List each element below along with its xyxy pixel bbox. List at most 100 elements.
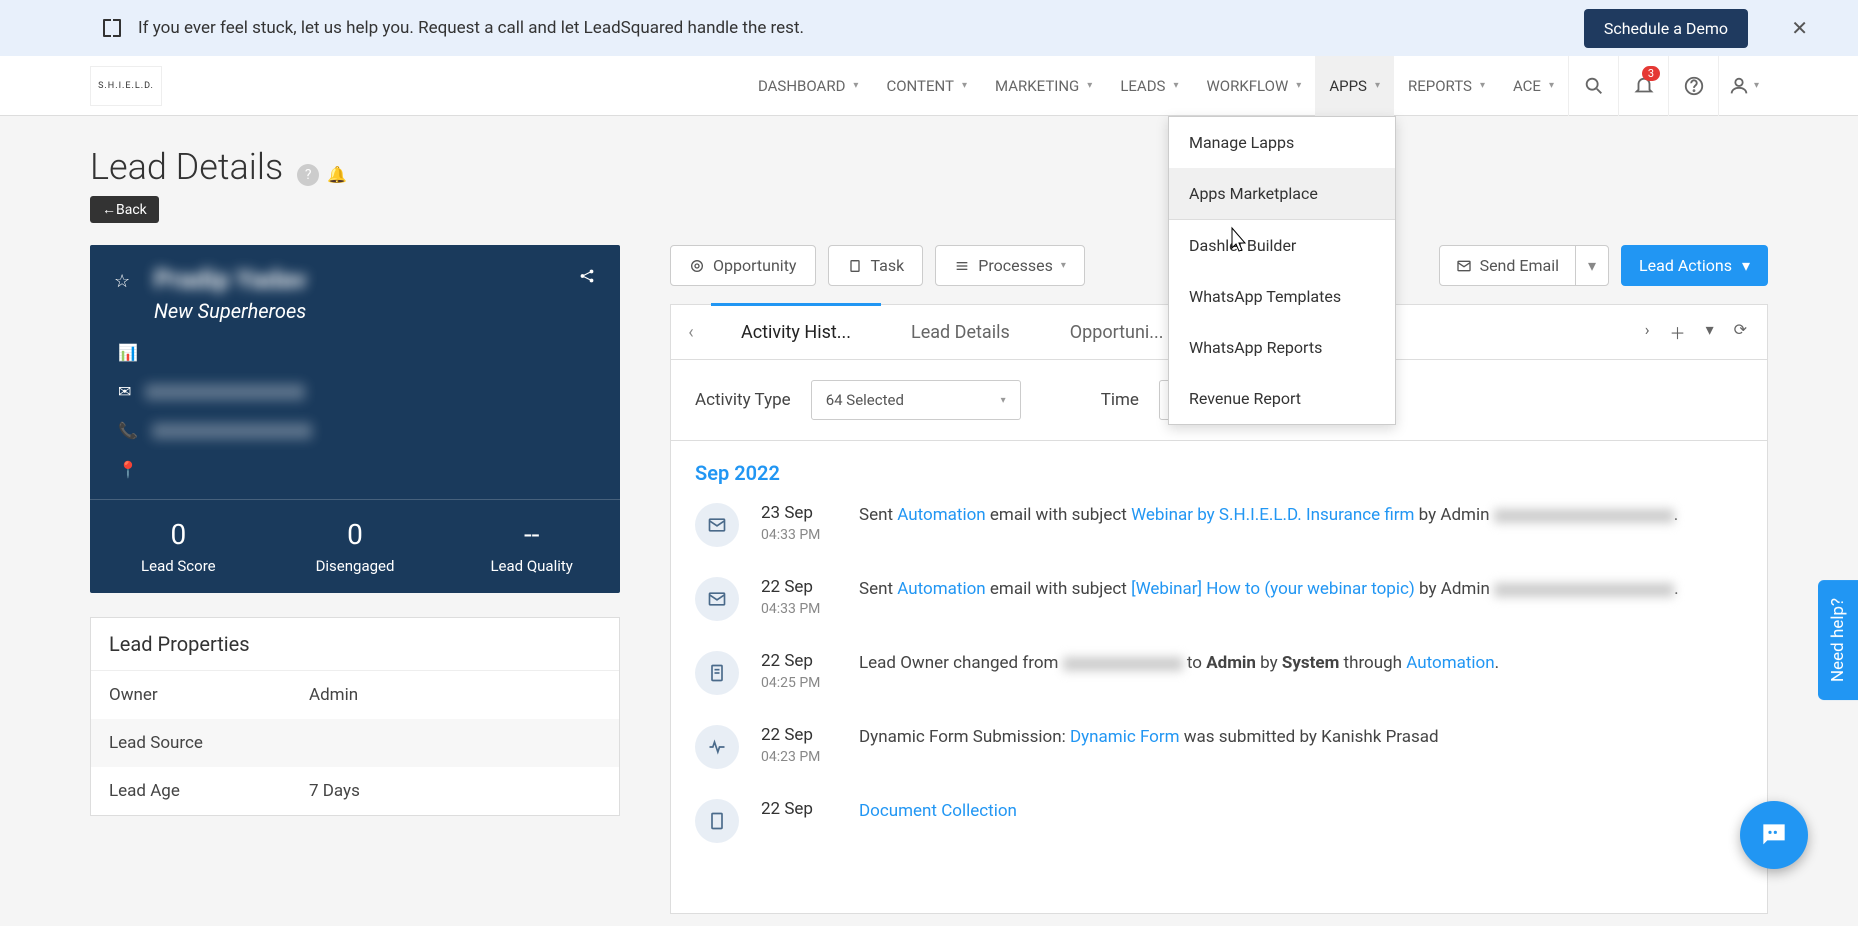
stat-lead-score[interactable]: 0Lead Score: [90, 500, 267, 593]
opportunity-button[interactable]: Opportunity: [670, 245, 816, 286]
menu-manage-lapps[interactable]: Manage Lapps: [1169, 117, 1395, 168]
link-subject[interactable]: Webinar by S.H.I.E.L.D. Insurance firm: [1131, 505, 1414, 525]
lead-phone[interactable]: [152, 423, 312, 439]
feed-month: Sep 2022: [695, 461, 1743, 485]
doc-icon: [695, 799, 739, 843]
prop-lead-source: Lead Source: [91, 719, 619, 767]
feed-text: Sent Automation email with subject [Webi…: [859, 577, 1679, 603]
user-icon: [1728, 75, 1750, 97]
chevron-down-icon: ▾: [1173, 80, 1178, 91]
chevron-down-icon: ▾: [1061, 260, 1066, 271]
menu-whatsapp-reports[interactable]: WhatsApp Reports: [1169, 322, 1395, 373]
link-subject[interactable]: [Webinar] How to (your webinar topic): [1131, 579, 1415, 599]
banner-close-button[interactable]: ✕: [1791, 16, 1808, 40]
time-label: Time: [1101, 390, 1139, 410]
lead-email[interactable]: [145, 384, 305, 400]
nav-reports[interactable]: REPORTS▾: [1394, 56, 1499, 116]
feed-item: 22 Sep04:25 PM Lead Owner changed from t…: [695, 651, 1743, 695]
nav-dashboard[interactable]: DASHBOARD▾: [744, 56, 873, 116]
nav-apps[interactable]: APPS▾: [1315, 56, 1394, 116]
pulse-icon: [695, 725, 739, 769]
prop-owner: OwnerAdmin: [91, 671, 619, 719]
book-icon: [100, 16, 124, 40]
bell-small-icon[interactable]: 🔔: [327, 165, 347, 184]
doc-icon: [695, 651, 739, 695]
lead-actions-button[interactable]: Lead Actions ▾: [1621, 245, 1768, 286]
target-icon: [689, 258, 705, 274]
email-icon: ✉: [118, 382, 131, 401]
lead-card: ☆ Pradip Yadav New Superheroes 📊 ✉ 📞 📍 0…: [90, 245, 620, 593]
location-icon: 📍: [118, 460, 138, 479]
link-automation[interactable]: Automation: [1406, 653, 1494, 673]
menu-apps-marketplace[interactable]: Apps Marketplace: [1169, 168, 1395, 219]
feed-item: 22 Sep04:33 PM Sent Automation email wit…: [695, 577, 1743, 621]
chevron-down-icon: ▾: [1087, 80, 1092, 91]
feed-text: Dynamic Form Submission: Dynamic Form wa…: [859, 725, 1439, 751]
clipboard-icon: [847, 258, 863, 274]
logo[interactable]: S.H.I.E.L.D.: [90, 66, 162, 106]
link-dynamic-form[interactable]: Dynamic Form: [1070, 727, 1180, 747]
feed-text: Lead Owner changed from to Admin by Syst…: [859, 651, 1499, 677]
mail-icon: [1456, 258, 1472, 274]
chevron-down-icon: ▾: [853, 80, 858, 91]
profile-button[interactable]: ▾: [1718, 56, 1768, 116]
send-email-dropdown[interactable]: ▾: [1575, 246, 1608, 285]
activity-feed: Sep 2022 23 Sep04:33 PM Sent Automation …: [670, 441, 1768, 914]
link-document-collection[interactable]: Document Collection: [859, 801, 1017, 821]
help-icon: [1683, 75, 1705, 97]
tab-lead-details[interactable]: Lead Details: [881, 304, 1040, 360]
schedule-demo-button[interactable]: Schedule a Demo: [1584, 9, 1748, 48]
notification-badge: 3: [1642, 66, 1660, 81]
task-button[interactable]: Task: [828, 245, 924, 286]
tab-activity-history[interactable]: Activity Hist...: [711, 303, 881, 359]
menu-dashlet-builder[interactable]: Dashlet Builder: [1169, 219, 1395, 271]
need-help-tab[interactable]: Need help?: [1818, 580, 1858, 700]
list-icon: [954, 258, 970, 274]
mail-icon: [695, 577, 739, 621]
tab-more[interactable]: ▾: [1706, 320, 1714, 344]
apps-dropdown: Manage Lapps Apps Marketplace Dashlet Bu…: [1168, 116, 1396, 425]
link-automation[interactable]: Automation: [897, 579, 985, 599]
activity-type-select[interactable]: 64 Selected▾: [811, 380, 1021, 420]
tab-add[interactable]: ＋: [1670, 320, 1686, 344]
notifications-button[interactable]: 3: [1618, 56, 1668, 116]
help-button[interactable]: [1668, 56, 1718, 116]
tab-next[interactable]: ›: [1645, 320, 1650, 344]
link-automation[interactable]: Automation: [897, 505, 985, 525]
chevron-down-icon: ▾: [962, 80, 967, 91]
chat-icon: [1758, 819, 1790, 851]
back-button[interactable]: ← Back: [90, 196, 159, 223]
menu-revenue-report[interactable]: Revenue Report: [1169, 373, 1395, 424]
nav-content[interactable]: CONTENT▾: [872, 56, 981, 116]
feed-item: 22 Sep04:23 PM Dynamic Form Submission: …: [695, 725, 1743, 769]
send-email-button[interactable]: Send Email ▾: [1439, 245, 1609, 286]
banner-text: If you ever feel stuck, let us help you.…: [138, 18, 804, 38]
feed-item: 22 Sep Document Collection: [695, 799, 1743, 843]
menu-whatsapp-templates[interactable]: WhatsApp Templates: [1169, 271, 1395, 322]
stat-disengaged[interactable]: 0Disengaged: [267, 500, 444, 593]
chevron-down-icon: ▾: [1375, 80, 1380, 91]
star-icon[interactable]: ☆: [114, 271, 130, 292]
nav-ace[interactable]: ACE▾: [1499, 56, 1568, 116]
top-nav: S.H.I.E.L.D. DASHBOARD▾ CONTENT▾ MARKETI…: [0, 56, 1858, 116]
chat-fab[interactable]: [1740, 801, 1808, 869]
tab-prev[interactable]: ‹: [671, 322, 711, 343]
search-button[interactable]: [1568, 56, 1618, 116]
nav-marketing[interactable]: MARKETING▾: [981, 56, 1106, 116]
feed-item: 23 Sep04:33 PM Sent Automation email wit…: [695, 503, 1743, 547]
chevron-down-icon: ▾: [1480, 80, 1485, 91]
chart-icon: 📊: [118, 343, 138, 362]
chevron-down-icon: ▾: [1296, 80, 1301, 91]
tab-refresh[interactable]: ⟳: [1734, 320, 1747, 344]
lead-name: Pradip Yadav: [154, 265, 596, 295]
stat-lead-quality[interactable]: --Lead Quality: [443, 500, 620, 593]
info-icon[interactable]: ?: [297, 164, 319, 186]
search-icon: [1583, 75, 1605, 97]
processes-button[interactable]: Processes ▾: [935, 245, 1085, 286]
feed-text: Document Collection: [859, 799, 1017, 825]
nav-workflow[interactable]: WORKFLOW▾: [1192, 56, 1315, 116]
help-banner: If you ever feel stuck, let us help you.…: [0, 0, 1858, 56]
phone-icon: 📞: [118, 421, 138, 440]
nav-leads[interactable]: LEADS▾: [1106, 56, 1192, 116]
chevron-down-icon: ▾: [1742, 256, 1750, 275]
